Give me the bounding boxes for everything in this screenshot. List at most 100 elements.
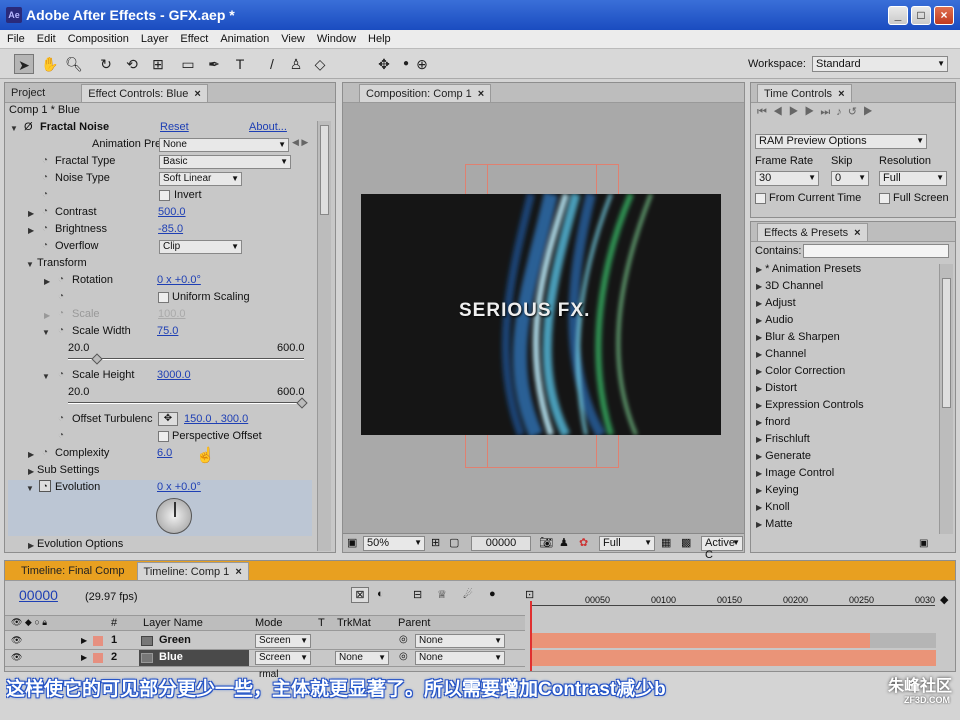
ram-preview-icon[interactable]: ▶	[863, 106, 879, 118]
text-tool-icon[interactable]: T	[230, 54, 250, 74]
effects-category-item[interactable]: ▶ Keying	[756, 482, 936, 499]
close-tab-icon[interactable]: ×	[854, 227, 860, 239]
effects-category-item[interactable]: ▶ 3D Channel	[756, 278, 936, 295]
parent-select[interactable]: None	[415, 634, 505, 648]
label-color-swatch[interactable]	[93, 636, 103, 646]
collapsed-triangle-icon[interactable]: ▶	[756, 520, 762, 529]
pickwhip-icon[interactable]: ◎	[399, 634, 408, 645]
scroll-thumb[interactable]	[320, 125, 329, 215]
play-icon[interactable]: ▶	[789, 106, 805, 118]
resolution-select[interactable]: Full	[879, 171, 947, 186]
stopwatch-icon[interactable]: ◔	[42, 189, 48, 200]
menu-help[interactable]: Help	[368, 33, 391, 45]
effects-category-item[interactable]: ▶ Knoll	[756, 499, 936, 516]
last-frame-icon[interactable]: ⏭	[820, 106, 836, 118]
ram-preview-select[interactable]: RAM Preview Options	[755, 134, 927, 149]
collapsed-triangle-icon[interactable]: ▶	[28, 209, 34, 218]
effects-category-item[interactable]: ▶ * Animation Presets	[756, 261, 936, 278]
reset-link[interactable]: Reset	[160, 121, 189, 133]
menu-file[interactable]: File	[7, 33, 25, 45]
visibility-eye-icon[interactable]: 👁︎	[11, 635, 22, 646]
current-time-field[interactable]: 00000	[471, 536, 531, 551]
scale-height-slider-thumb[interactable]	[296, 397, 308, 409]
contrast-value[interactable]: 500.0	[158, 206, 186, 218]
scale-width-value[interactable]: 75.0	[157, 325, 178, 337]
clone-stamp-icon[interactable]: ♙	[286, 54, 306, 74]
full-screen-checkbox[interactable]	[879, 193, 890, 204]
track-matte-select[interactable]: None	[335, 651, 389, 665]
stopwatch-icon[interactable]: ◔	[58, 308, 64, 319]
scale-height-value[interactable]: 3000.0	[157, 369, 191, 381]
collapsed-triangle-icon[interactable]: ▶	[28, 450, 34, 459]
comp-mini-flowchart-icon[interactable]: ⊠	[351, 587, 369, 603]
effects-category-item[interactable]: ▶ Adjust	[756, 295, 936, 312]
blend-mode-select[interactable]: Screen	[255, 634, 311, 648]
rotation-value[interactable]: 0 x +0.0°	[157, 274, 201, 286]
stopwatch-icon[interactable]: ◔	[42, 240, 48, 251]
parent-select[interactable]: None	[415, 651, 505, 665]
frame-rate-select[interactable]: 30	[755, 171, 819, 186]
timeline-current-time[interactable]: 00000	[19, 587, 58, 603]
safe-zones-icon[interactable]: ⊞	[431, 536, 440, 549]
stopwatch-icon[interactable]: ◔	[42, 155, 48, 166]
layer-bar-remaining[interactable]	[870, 633, 936, 648]
about-link[interactable]: About...	[249, 121, 287, 133]
menu-layer[interactable]: Layer	[141, 33, 169, 45]
effects-category-item[interactable]: ▶ Frischluft	[756, 431, 936, 448]
collapsed-triangle-icon[interactable]: ▶	[756, 299, 762, 308]
effects-category-item[interactable]: ▶ Blur & Sharpen	[756, 329, 936, 346]
effects-category-item[interactable]: ▶ Color Correction	[756, 363, 936, 380]
expand-triangle-icon[interactable]: ▼	[10, 124, 18, 133]
show-snapshot-icon[interactable]: ♟	[559, 536, 569, 549]
collapsed-triangle-icon[interactable]: ▶	[81, 653, 87, 662]
label-color-swatch[interactable]	[93, 653, 103, 663]
menu-animation[interactable]: Animation	[220, 33, 269, 45]
zoom-select[interactable]: 50%	[363, 536, 425, 551]
uniform-scaling-checkbox[interactable]	[158, 292, 169, 303]
first-frame-icon[interactable]: ⏮	[757, 106, 773, 118]
collapsed-triangle-icon[interactable]: ▶	[28, 541, 34, 550]
selected-layer-highlight[interactable]	[139, 650, 249, 666]
next-frame-icon[interactable]: ▶	[805, 106, 821, 118]
close-tab-icon[interactable]: ×	[838, 88, 844, 100]
effects-category-item[interactable]: ▶ Expression Controls	[756, 397, 936, 414]
transparency-grid-icon[interactable]: ▩	[681, 536, 691, 549]
fractal-type-select[interactable]: Basic	[159, 155, 291, 169]
effects-category-item[interactable]: ▶ Matte	[756, 516, 936, 533]
evolution-value[interactable]: 0 x +0.0°	[157, 481, 201, 493]
effects-category-item[interactable]: ▶ Channel	[756, 346, 936, 363]
region-of-interest-icon[interactable]: ▦	[661, 536, 671, 549]
mask-tool-icon[interactable]: ▭	[178, 54, 198, 74]
pan-behind-icon[interactable]: ⊞	[148, 54, 168, 74]
layer-bar-blue[interactable]	[530, 650, 936, 666]
snapshot-icon[interactable]: 📷︎	[539, 536, 553, 549]
effects-category-item[interactable]: ▶ Generate	[756, 448, 936, 465]
layer-row[interactable]: 👁︎ ▶ 2 Blue Screen None ◎ None	[5, 650, 525, 667]
pen-tool-icon[interactable]: ✒	[204, 54, 224, 74]
menu-composition[interactable]: Composition	[68, 33, 129, 45]
workspace-select[interactable]: Standard	[812, 56, 948, 72]
collapsed-triangle-icon[interactable]: ▶	[756, 384, 762, 393]
menu-effect[interactable]: Effect	[180, 33, 208, 45]
selection-tool-icon[interactable]: ➤	[14, 54, 34, 74]
collapsed-triangle-icon[interactable]: ▶	[756, 486, 762, 495]
collapsed-triangle-icon[interactable]: ▶	[44, 277, 50, 286]
resolution-select[interactable]: Full	[599, 536, 655, 551]
collapsed-triangle-icon[interactable]: ▶	[756, 452, 762, 461]
axis-mode-icon[interactable]: ✥	[374, 54, 394, 74]
layer-name[interactable]: Green	[159, 634, 191, 646]
menu-edit[interactable]: Edit	[37, 33, 56, 45]
graph-editor-icon[interactable]: ☄	[463, 588, 473, 601]
close-tab-icon[interactable]: ×	[478, 88, 484, 100]
collapsed-triangle-icon[interactable]: ▶	[756, 435, 762, 444]
scroll-thumb[interactable]	[942, 278, 951, 408]
collapsed-triangle-icon[interactable]: ▶	[756, 503, 762, 512]
collapsed-triangle-icon[interactable]: ▶	[756, 469, 762, 478]
complexity-value[interactable]: 6.0	[157, 447, 172, 459]
contains-search-input[interactable]	[803, 244, 949, 258]
scrollbar[interactable]	[939, 264, 953, 534]
collapsed-triangle-icon[interactable]: ▶	[44, 311, 50, 320]
draft-3d-icon[interactable]: ⊟	[413, 588, 422, 601]
collapsed-triangle-icon[interactable]: ▶	[756, 367, 762, 376]
orbit-camera-icon[interactable]: ⟲	[122, 54, 142, 74]
